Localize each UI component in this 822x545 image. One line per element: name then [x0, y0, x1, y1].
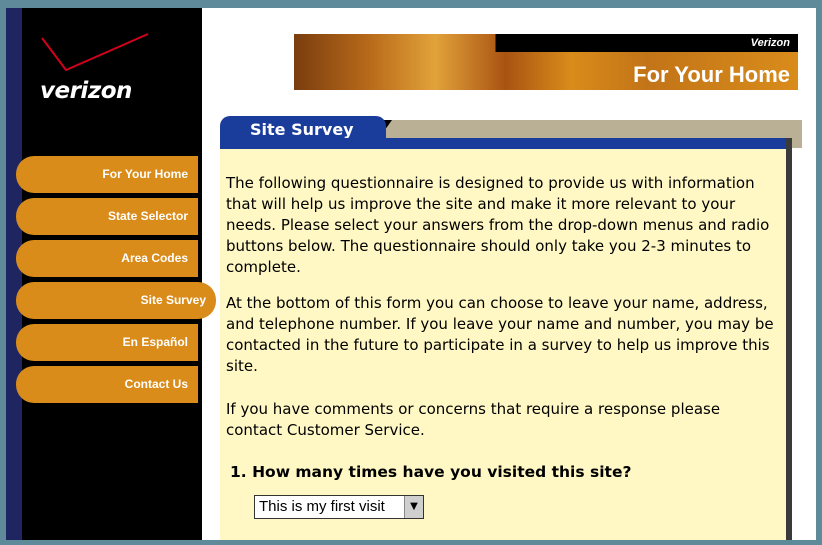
intro-paragraph: The following questionnaire is designed …	[226, 174, 770, 276]
banner-brand-text: Verizon	[750, 37, 790, 49]
sidebar-item-en-espanol[interactable]: En Español	[16, 324, 198, 361]
question-1-label: 1. How many times have you visited this …	[230, 463, 632, 481]
visit-count-value: This is my first visit	[259, 498, 385, 515]
banner-top-strip	[294, 34, 798, 52]
visit-count-select[interactable]: This is my first visit ▼	[254, 495, 424, 519]
survey-content: The following questionnaire is designed …	[220, 149, 786, 540]
content-right-gap	[792, 148, 802, 540]
page-frame: verizon For Your Home State Selector Are…	[6, 8, 816, 540]
header-banner: Verizon For Your Home	[294, 34, 798, 90]
sidebar-item-state-selector[interactable]: State Selector	[16, 198, 198, 235]
sidebar-nav: For Your Home State Selector Area Codes …	[16, 156, 216, 408]
sidebar-item-site-survey[interactable]: Site Survey	[16, 282, 216, 319]
logo-wordmark: verizon	[40, 78, 132, 104]
sidebar-item-for-your-home[interactable]: For Your Home	[16, 156, 198, 193]
sidebar-item-area-codes[interactable]: Area Codes	[16, 240, 198, 277]
banner-title: For Your Home	[633, 62, 790, 87]
chevron-down-icon[interactable]: ▼	[404, 496, 423, 518]
sidebar-item-contact-us[interactable]: Contact Us	[16, 366, 198, 403]
tab-label: Site Survey	[250, 120, 354, 139]
verizon-logo[interactable]: verizon	[36, 32, 176, 104]
content-top-bar	[220, 138, 786, 149]
contact-info-paragraph: At the bottom of this form you can choos…	[226, 294, 774, 375]
customer-service-paragraph: If you have comments or concerns that re…	[226, 400, 721, 439]
